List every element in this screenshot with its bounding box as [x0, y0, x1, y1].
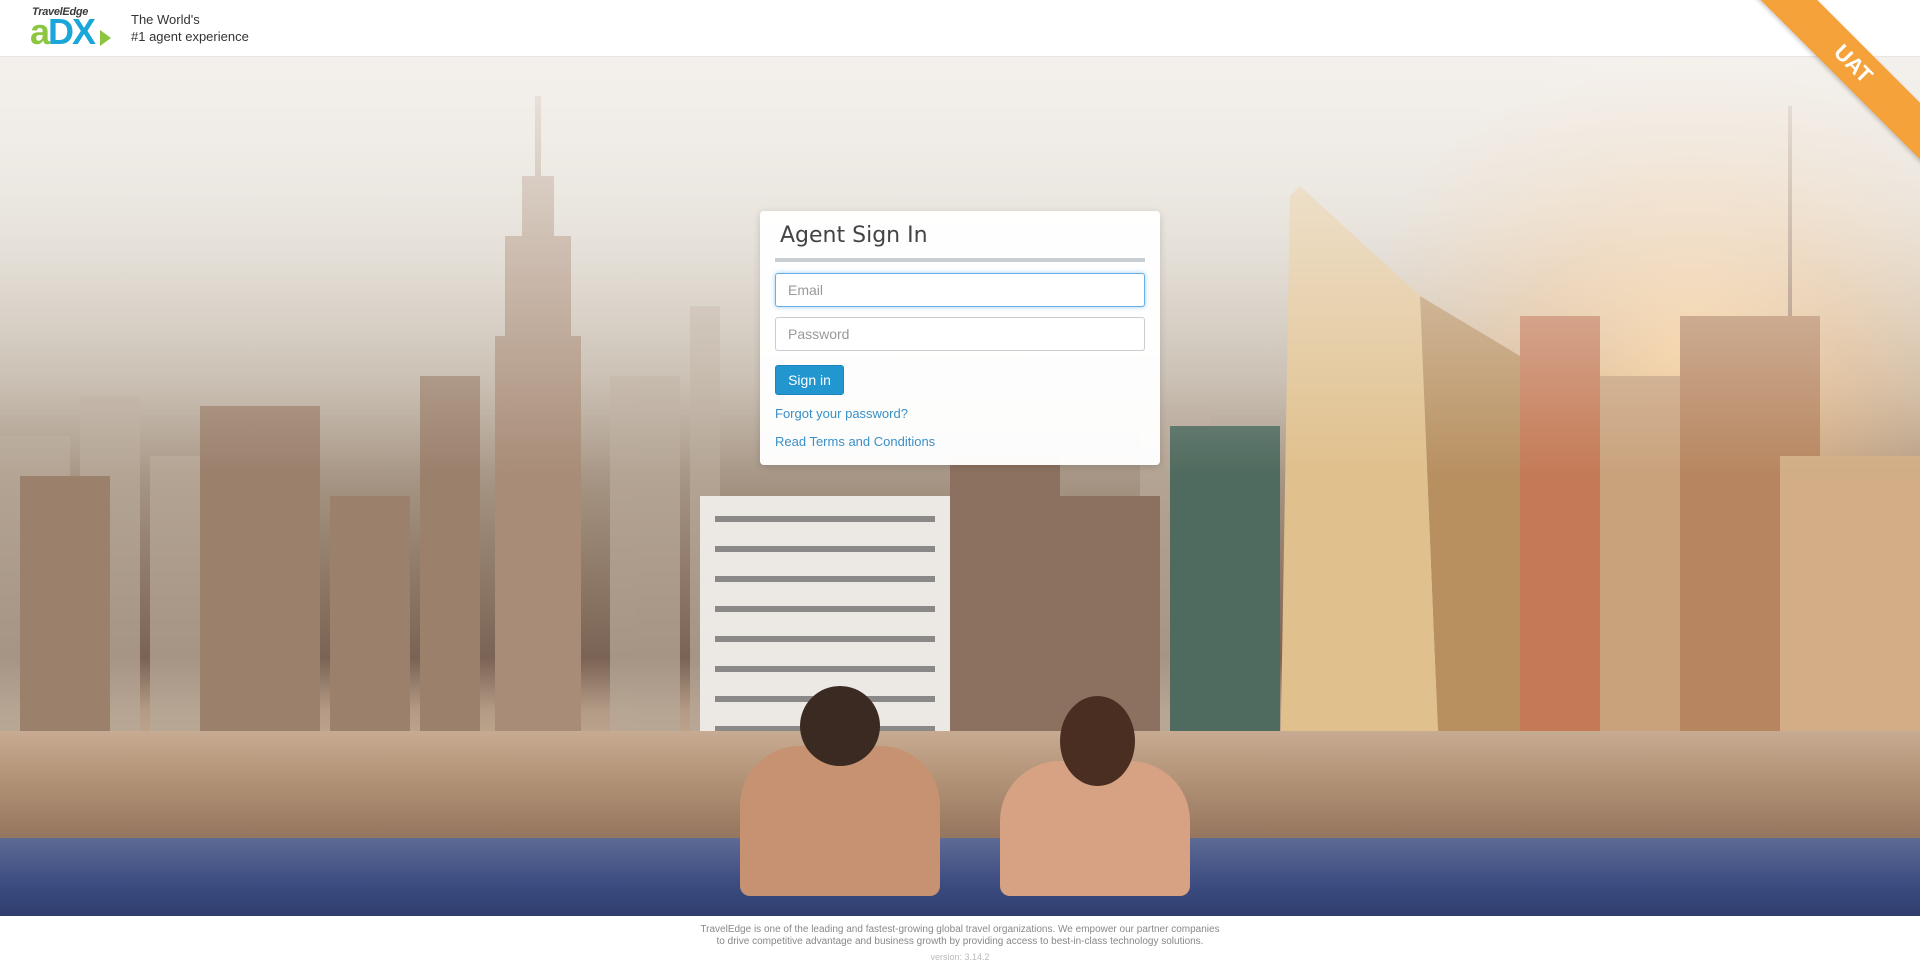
logo-letters-dx: DX	[48, 11, 96, 52]
tagline-line1: The World's	[131, 12, 200, 27]
logo-brand-big: aDX	[30, 11, 96, 52]
title-divider	[775, 258, 1145, 262]
environment-badge: UAT	[1750, 0, 1920, 167]
signin-title: Agent Sign In	[780, 223, 928, 248]
pool-deck	[0, 731, 1920, 851]
logo-arrow-icon	[100, 30, 111, 46]
logo-letter-a: a	[30, 11, 50, 52]
infinity-pool	[0, 838, 1920, 916]
sign-in-button[interactable]: Sign in	[775, 365, 844, 395]
man-head	[800, 686, 880, 766]
environment-ribbon: UAT	[1750, 0, 1920, 170]
woman-head	[1060, 696, 1135, 786]
traveledge-adx-logo[interactable]: TravelEdge aDX	[30, 6, 114, 50]
page-footer: TravelEdge is one of the leading and fas…	[0, 916, 1920, 974]
tagline: The World's #1 agent experience	[131, 11, 249, 45]
signin-card: Agent Sign In Sign in Forgot your passwo…	[760, 211, 1160, 465]
hero-background-image	[0, 56, 1920, 916]
top-header: TravelEdge aDX The World's #1 agent expe…	[0, 0, 1920, 57]
footer-line2: to drive competitive advantage and busin…	[716, 936, 1204, 947]
forgot-password-link[interactable]: Forgot your password?	[775, 406, 908, 421]
tagline-line2: #1 agent experience	[131, 29, 249, 44]
terms-link[interactable]: Read Terms and Conditions	[775, 434, 935, 449]
password-input[interactable]	[775, 317, 1145, 351]
email-input[interactable]	[775, 273, 1145, 307]
footer-description: TravelEdge is one of the leading and fas…	[0, 924, 1920, 948]
version-label: version: 3.14.2	[930, 952, 990, 962]
footer-line1: TravelEdge is one of the leading and fas…	[700, 924, 1220, 935]
man-in-pool	[740, 746, 940, 896]
